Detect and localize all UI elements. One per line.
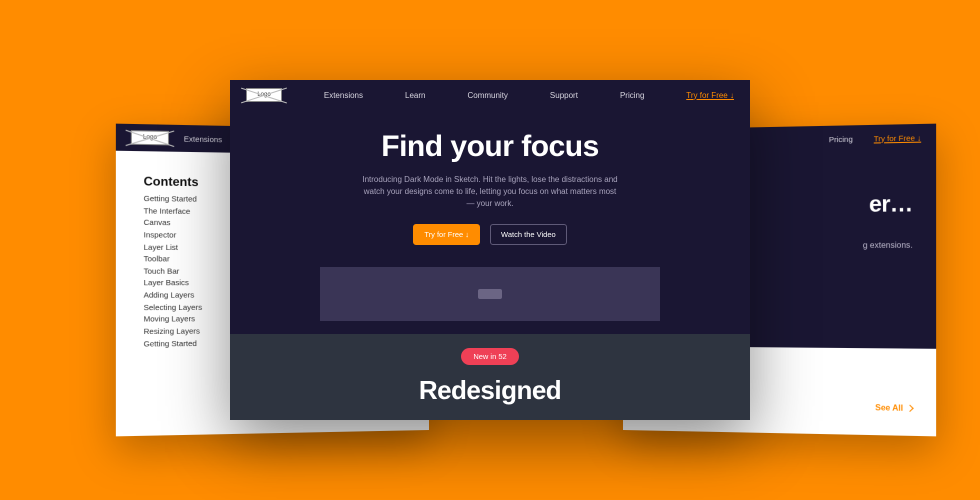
hero-section: Find your focus Introducing Dark Mode in… [230, 110, 750, 321]
logo-placeholder[interactable]: Logo [131, 130, 169, 145]
try-free-button[interactable]: Try for Free ↓ [413, 224, 480, 245]
see-all-link[interactable]: See All [875, 403, 912, 413]
nav-cta-try-free[interactable]: Try for Free ↓ [874, 133, 921, 143]
nav-link-pricing[interactable]: Pricing [829, 134, 853, 144]
mock-card-homepage: Logo Extensions Learn Community Support … [230, 80, 750, 420]
image-placeholder-icon [478, 289, 502, 299]
version-badge: New in 52 [461, 348, 518, 365]
hero-heading: Find your focus [230, 130, 750, 164]
hero-body: Introducing Dark Mode in Sketch. Hit the… [360, 174, 620, 210]
nav-link-learn[interactable]: Learn [405, 91, 425, 100]
band-heading: Redesigned [230, 375, 750, 406]
nav-link-community[interactable]: Community [467, 91, 507, 100]
watch-video-button[interactable]: Watch the Video [490, 224, 567, 245]
nav-link-extensions[interactable]: Extensions [324, 91, 363, 100]
chevron-right-icon [906, 405, 914, 412]
logo-placeholder[interactable]: Logo [246, 88, 282, 102]
screenshot-placeholder [320, 267, 660, 321]
nav-bar: Logo Extensions Learn Community Support … [230, 80, 750, 110]
feature-band: New in 52 Redesigned [230, 334, 750, 420]
nav-link-support[interactable]: Support [550, 91, 578, 100]
nav-link-pricing[interactable]: Pricing [620, 91, 644, 100]
nav-cta-try-free[interactable]: Try for Free ↓ [686, 91, 734, 100]
nav-link-extensions[interactable]: Extensions [184, 134, 222, 144]
